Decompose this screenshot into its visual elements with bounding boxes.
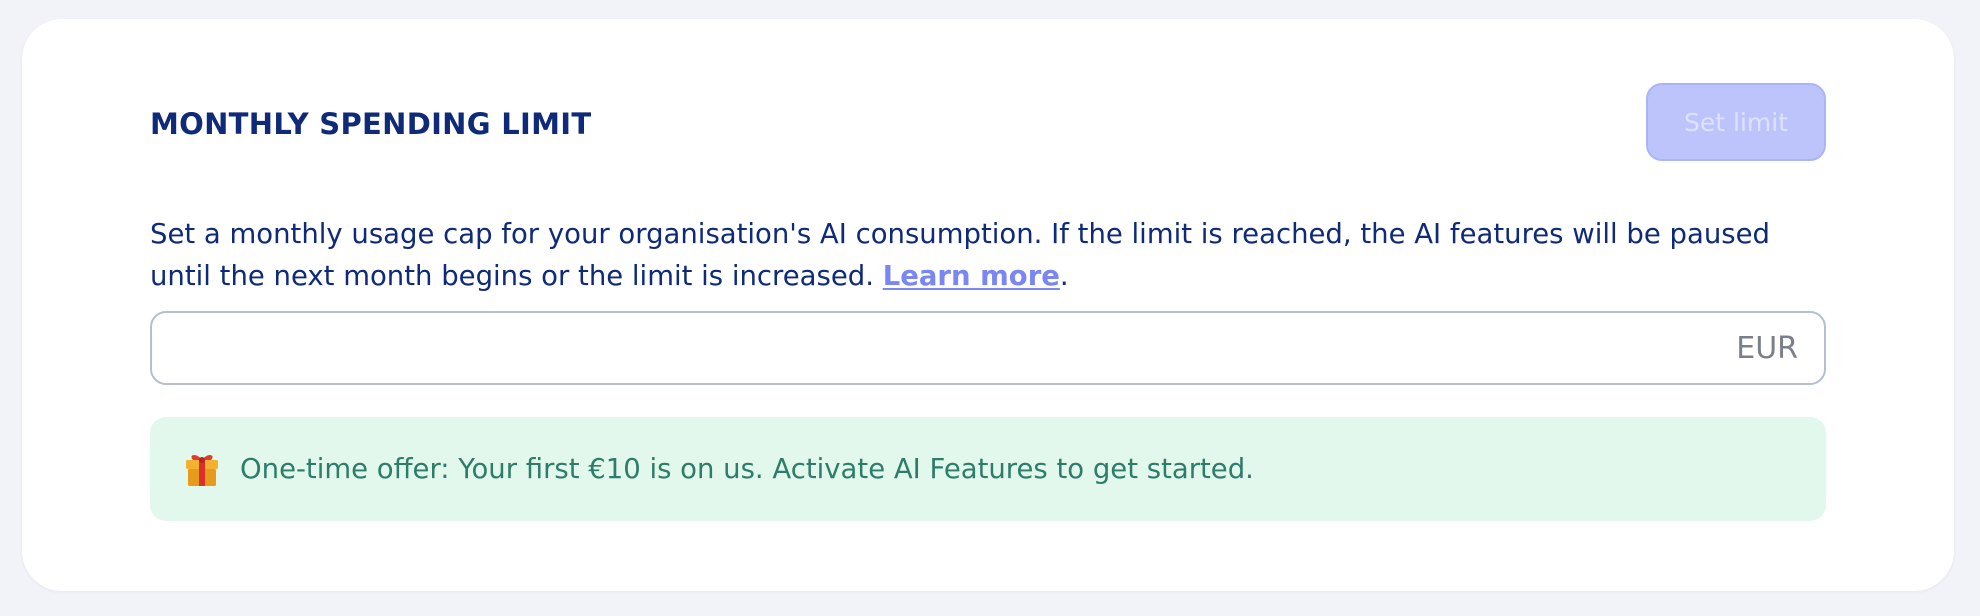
gift-icon [186,455,218,486]
section-title: MONTHLY SPENDING LIMIT [150,107,592,141]
spending-limit-card: MONTHLY SPENDING LIMIT Set limit Set a m… [22,19,1954,591]
currency-suffix: EUR [1736,330,1798,366]
offer-banner: One-time offer: Your first €10 is on us.… [150,417,1826,521]
limit-field: EUR [150,311,1826,385]
description-end: . [1059,260,1069,292]
limit-input[interactable] [152,313,1704,383]
offer-text: One-time offer: Your first €10 is on us.… [240,453,1254,485]
section-description: Set a monthly usage cap for your organis… [150,213,1826,297]
set-limit-button[interactable]: Set limit [1646,83,1826,161]
learn-more-link[interactable]: Learn more [883,260,1060,292]
card-content: MONTHLY SPENDING LIMIT Set limit Set a m… [150,19,1826,591]
